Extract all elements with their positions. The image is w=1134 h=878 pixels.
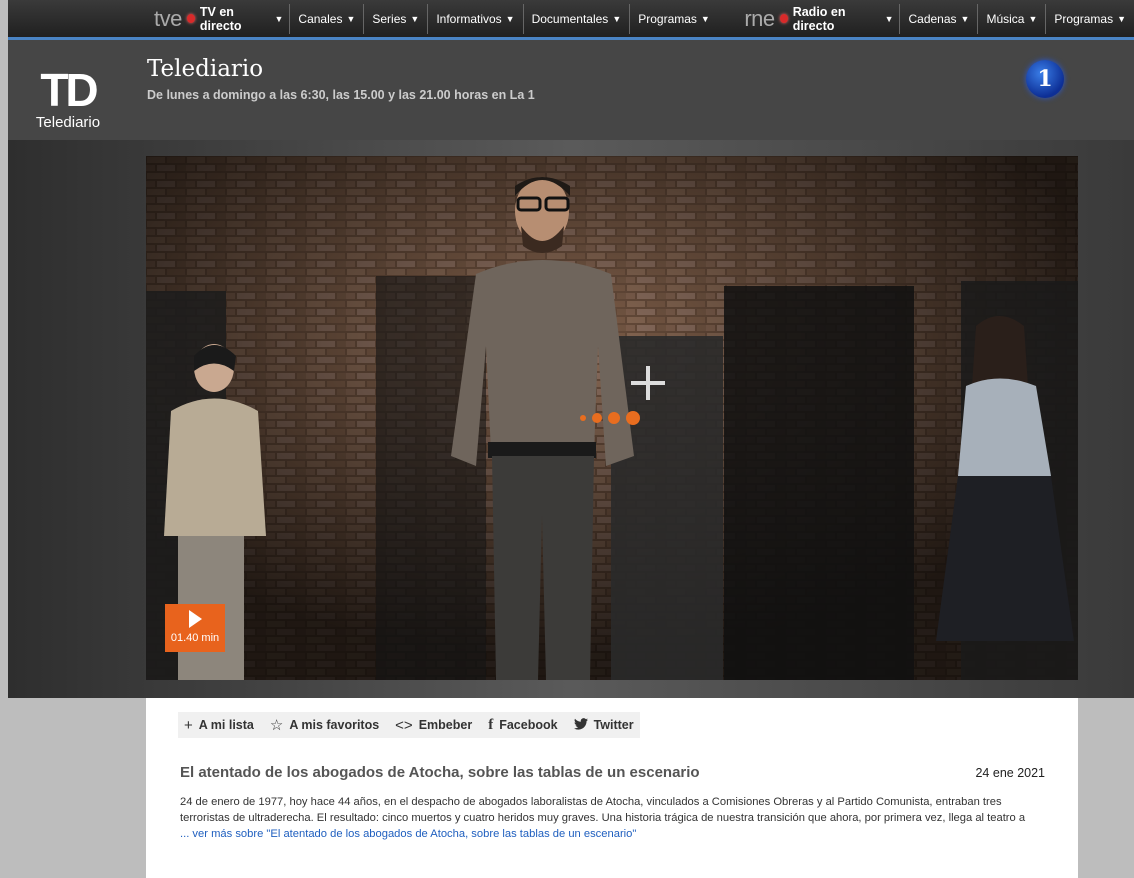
article-title: El atentado de los abogados de Atocha, s…: [180, 764, 700, 781]
nav-item-programas-tv[interactable]: Programas ▼: [629, 3, 718, 34]
article-summary: 24 de enero de 1977, hoy hace 44 años, e…: [180, 796, 1026, 824]
facebook-share-button[interactable]: f Facebook: [488, 717, 557, 734]
chevron-down-icon: ▼: [1028, 13, 1038, 24]
plus-icon: +: [184, 716, 193, 734]
chevron-down-icon: ▼: [884, 13, 894, 24]
page-subtitle: De lunes a domingo a las 6:30, las 15.00…: [147, 88, 535, 102]
add-to-favorites-button[interactable]: ☆ A mis favoritos: [270, 716, 379, 734]
twitter-icon: [573, 717, 588, 734]
rne-live-link[interactable]: rne Radio en directo ▼: [738, 5, 899, 33]
live-dot-icon: [779, 14, 788, 23]
nav-item-informativos[interactable]: Informativos ▼: [427, 3, 522, 34]
loading-dot-icon: [580, 415, 586, 421]
chevron-down-icon: ▼: [700, 13, 710, 24]
top-navigation-bar: tve TV en directo ▼ Canales ▼ Series ▼ Inf…: [8, 0, 1134, 40]
tv-live-label: TV en directo: [199, 4, 242, 33]
rne-logo: rne: [744, 5, 775, 31]
la1-channel-icon: 1: [1026, 60, 1064, 98]
nav-container: tve TV en directo ▼ Canales ▼ Series ▼ Inf…: [148, 0, 1134, 37]
chevron-down-icon: ▼: [410, 13, 420, 24]
play-button[interactable]: 01.40 min: [165, 604, 225, 652]
action-toolbar: + A mi lista ☆ A mis favoritos <> Embebe…: [178, 712, 640, 738]
play-icon: [188, 610, 202, 628]
loading-dot-icon: [608, 412, 620, 424]
loading-indicator: [580, 411, 640, 425]
content-panel: + A mi lista ☆ A mis favoritos <> Embebe…: [146, 698, 1078, 878]
chevron-down-icon: ▼: [505, 13, 515, 24]
star-icon: ☆: [269, 717, 284, 734]
page-title: Telediario: [147, 56, 264, 82]
chevron-down-icon: ▼: [960, 13, 970, 24]
chevron-down-icon: ▼: [612, 13, 622, 24]
live-dot-icon: [186, 14, 195, 23]
nav-item-canales[interactable]: Canales ▼: [289, 3, 363, 34]
chevron-down-icon: ▼: [274, 13, 284, 24]
article-body: 24 de enero de 1977, hoy hace 44 años, e…: [180, 794, 1046, 842]
nav-item-musica[interactable]: Música ▼: [977, 3, 1045, 34]
add-to-list-button[interactable]: + A mi lista: [184, 717, 254, 734]
td-logo-mark: TD: [40, 64, 98, 116]
embed-button[interactable]: <> Embeber: [395, 717, 472, 734]
code-icon: <>: [395, 716, 413, 734]
chevron-down-icon: ▼: [346, 13, 356, 24]
loading-dot-icon: [626, 411, 640, 425]
nav-item-cadenas[interactable]: Cadenas ▼: [899, 3, 977, 34]
video-duration: 01.40 min: [170, 632, 220, 644]
nav-item-series[interactable]: Series ▼: [363, 3, 427, 34]
tve-live-link[interactable]: tve TV en directo ▼: [148, 5, 289, 33]
telediario-logo[interactable]: TD Telediario: [28, 64, 108, 131]
nav-item-programas-radio[interactable]: Programas ▼: [1045, 3, 1134, 34]
twitter-share-button[interactable]: Twitter: [573, 717, 634, 734]
td-logo-text: Telediario: [35, 114, 101, 131]
tve-logo: tve: [154, 5, 182, 31]
loading-dot-icon: [592, 413, 602, 423]
facebook-icon: f: [488, 716, 494, 733]
read-more-link[interactable]: ... ver más sobre "El atentado de los ab…: [180, 828, 636, 840]
article-date: 24 ene 2021: [975, 766, 1045, 780]
radio-live-label: Radio en directo: [792, 4, 846, 33]
chevron-down-icon: ▼: [1117, 13, 1126, 24]
nav-item-documentales[interactable]: Documentales ▼: [522, 3, 630, 34]
